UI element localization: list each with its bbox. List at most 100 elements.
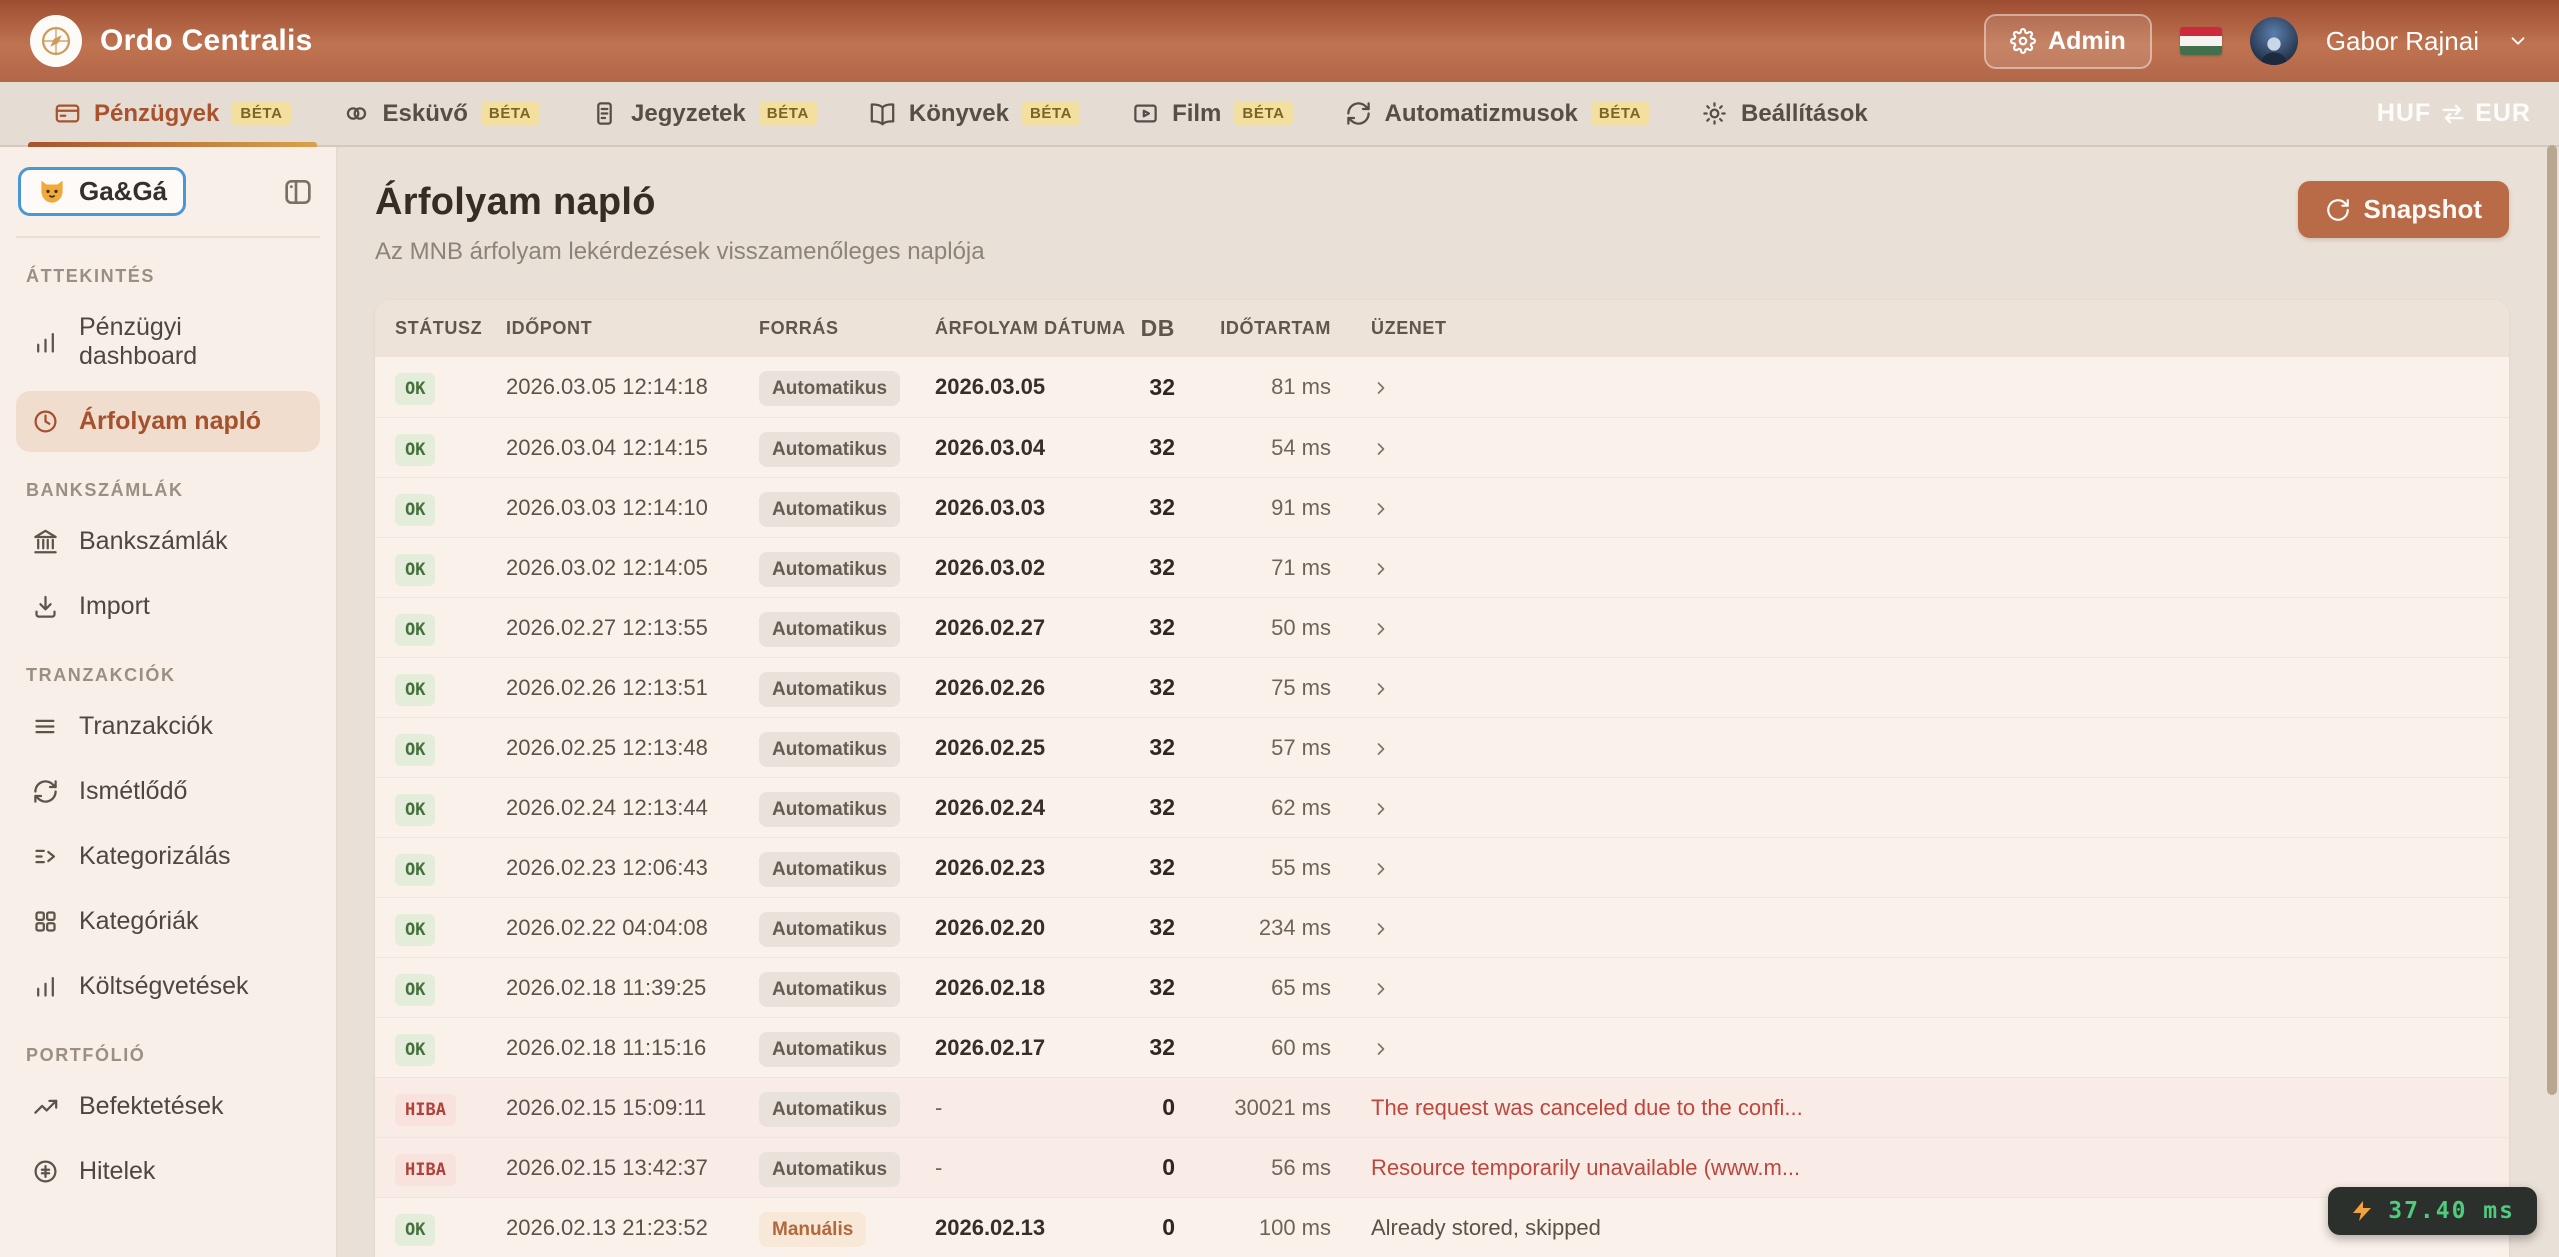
user-menu-chevron[interactable] [2507, 30, 2529, 52]
chevron-right-icon[interactable] [1371, 495, 1391, 521]
chevron-right-icon[interactable] [1371, 435, 1391, 461]
chevron-right-icon[interactable] [1371, 795, 1391, 821]
user-avatar[interactable] [2249, 17, 2298, 65]
chevron-right-icon[interactable] [1371, 555, 1391, 581]
sidebar-collapse-button[interactable] [282, 176, 314, 208]
table-row[interactable]: OK 2026.02.27 12:13:55 Automatikus 2026.02.… [375, 597, 2509, 657]
beta-badge: BÉTA [1021, 101, 1081, 126]
status-badge: OK [395, 1033, 436, 1066]
currency-toggle[interactable]: HUF EUR [2377, 99, 2531, 128]
status-badge: OK [395, 613, 436, 646]
table-row[interactable]: HIBA 2026.02.15 13:42:37 Automatikus - 0 56 m… [375, 1137, 2509, 1197]
record-count: 32 [1149, 1034, 1175, 1060]
sidebar-item-kategoriak[interactable]: Kategóriák [16, 891, 320, 952]
message [1331, 735, 2509, 761]
row-timestamp: 2026.03.05 12:14:18 [506, 374, 708, 399]
sidebar-item-bankszamlak[interactable]: Bankszámlák [16, 511, 320, 572]
sidebar-item-arfolyam-naplo[interactable]: Árfolyam napló [16, 391, 320, 452]
rate-date: 2026.03.03 [935, 494, 1046, 520]
row-timestamp: 2026.02.18 11:39:25 [506, 974, 707, 1000]
table-row[interactable]: OK 2026.02.13 21:23:52 Manuális 2026.02.13 0… [375, 1197, 2509, 1257]
table-row[interactable]: OK 2026.03.02 12:14:05 Automatikus 2026.03.… [375, 537, 2509, 597]
source-badge: Manuális [759, 1211, 867, 1247]
chevron-right-icon[interactable] [1371, 675, 1391, 701]
hungarian-flag-icon[interactable] [2179, 27, 2222, 55]
record-count: 0 [1162, 1094, 1175, 1120]
bar-chart-icon [32, 973, 59, 1000]
sidebar-item-import[interactable]: Import [16, 576, 320, 637]
tab-penzugyek[interactable]: Pénzügyek BÉTA [28, 82, 317, 147]
table-row[interactable]: OK 2026.02.18 11:39:25 Automatikus 2026.02.… [375, 957, 2509, 1017]
rings-icon [343, 100, 370, 127]
user-name: Gabor Rajnai [2325, 25, 2479, 56]
beta-badge: BÉTA [1234, 101, 1293, 126]
table-row[interactable]: OK 2026.02.23 12:06:43 Automatikus 2026.02.… [375, 837, 2509, 897]
source-badge: Automatikus [759, 851, 901, 887]
table-row[interactable]: OK 2026.03.05 12:14:18 Automatikus 2026.03.… [375, 357, 2509, 417]
record-count: 32 [1149, 974, 1175, 1000]
rate-date: 2026.03.04 [935, 434, 1046, 460]
tab-jegyzetek[interactable]: Jegyzetek BÉTA [565, 82, 843, 145]
duration: 81 ms [1271, 374, 1331, 399]
vertical-scrollbar[interactable] [2547, 145, 2557, 1095]
currency-to: EUR [2475, 99, 2531, 127]
tab-film[interactable]: Film BÉTA [1106, 82, 1318, 145]
performance-value: 37.40 ms [2388, 1198, 2515, 1224]
table-row[interactable]: OK 2026.02.25 12:13:48 Automatikus 2026.02.… [375, 717, 2509, 777]
wallet-icon [54, 100, 81, 127]
message [1331, 795, 2509, 821]
tab-automatizmusok[interactable]: Automatizmusok BÉTA [1319, 82, 1675, 145]
workspace-badge[interactable]: Ga&Gá [18, 167, 187, 216]
swap-arrows-icon [2439, 100, 2467, 128]
row-timestamp: 2026.02.15 15:09:11 [506, 1094, 707, 1120]
performance-badge: 37.40 ms [2328, 1187, 2537, 1235]
chevron-right-icon[interactable] [1371, 735, 1391, 761]
sidebar-item-ismetlodo[interactable]: Ismétlődő [16, 761, 320, 822]
coin-icon [32, 1158, 59, 1185]
record-count: 32 [1149, 614, 1175, 640]
rate-date: 2026.02.24 [935, 794, 1046, 820]
chevron-right-icon[interactable] [1371, 615, 1391, 641]
sidebar-item-label: Hitelek [79, 1157, 156, 1185]
app-title: Ordo Centralis [100, 24, 313, 57]
sidebar-item-label: Pénzügyi dashboard [79, 313, 198, 370]
record-count: 32 [1149, 373, 1175, 400]
top-header: Ordo Centralis Admin Gabor Rajnai [0, 0, 2559, 82]
message [1331, 374, 2509, 400]
chevron-right-icon[interactable] [1371, 915, 1391, 941]
table-row[interactable]: OK 2026.02.18 11:15:16 Automatikus 2026.02.… [375, 1017, 2509, 1077]
table-row[interactable]: OK 2026.02.26 12:13:51 Automatikus 2026.02.… [375, 657, 2509, 717]
snapshot-button[interactable]: Snapshot [2297, 181, 2509, 238]
sidebar-item-tranzakciok[interactable]: Tranzakciók [16, 696, 320, 757]
duration: 234 ms [1258, 914, 1331, 940]
chevron-right-icon[interactable] [1371, 1035, 1391, 1061]
chevron-right-icon[interactable] [1371, 855, 1391, 881]
tab-eskuvo[interactable]: Esküvő BÉTA [317, 82, 566, 145]
sidebar: Ga&Gá ÁTTEKINTÉS Pénzügyi dashboard Árfoly… [0, 147, 338, 1257]
tab-konyvek[interactable]: Könyvek BÉTA [843, 82, 1106, 145]
column-header-forras: FORRÁS [759, 318, 839, 338]
sidebar-item-koltsegvetesek[interactable]: Költségvetések [16, 956, 320, 1017]
table-row[interactable]: OK 2026.03.03 12:14:10 Automatikus 2026.03.… [375, 477, 2509, 537]
tab-beallitasok[interactable]: Beállítások [1675, 82, 1894, 145]
cat-icon [37, 177, 67, 207]
tab-label: Jegyzetek [631, 99, 746, 127]
table-row[interactable]: OK 2026.02.24 12:13:44 Automatikus 2026.02.… [375, 777, 2509, 837]
app-logo[interactable] [30, 15, 82, 67]
message [1331, 1035, 2509, 1061]
sidebar-item-hitelek[interactable]: Hitelek [16, 1141, 320, 1202]
message: Resource temporarily unavailable (www.m.… [1371, 1154, 1801, 1180]
record-count: 32 [1149, 554, 1175, 580]
sidebar-item-befektetesek[interactable]: Befektetések [16, 1076, 320, 1137]
table-row[interactable]: HIBA 2026.02.15 15:09:11 Automatikus - 0 3002… [375, 1077, 2509, 1137]
note-icon [591, 100, 618, 127]
sidebar-item-penzugyi-dashboard[interactable]: Pénzügyi dashboard [16, 297, 320, 387]
chevron-right-icon[interactable] [1371, 975, 1391, 1001]
status-badge: HIBA [395, 1153, 456, 1186]
sidebar-item-kategorizalas[interactable]: Kategorizálás [16, 826, 320, 887]
admin-button[interactable]: Admin [1984, 13, 2152, 69]
record-count: 0 [1162, 1154, 1175, 1180]
table-row[interactable]: OK 2026.02.22 04:04:08 Automatikus 2026.02.… [375, 897, 2509, 957]
table-row[interactable]: OK 2026.03.04 12:14:15 Automatikus 2026.03.… [375, 417, 2509, 477]
chevron-right-icon[interactable] [1371, 374, 1391, 400]
